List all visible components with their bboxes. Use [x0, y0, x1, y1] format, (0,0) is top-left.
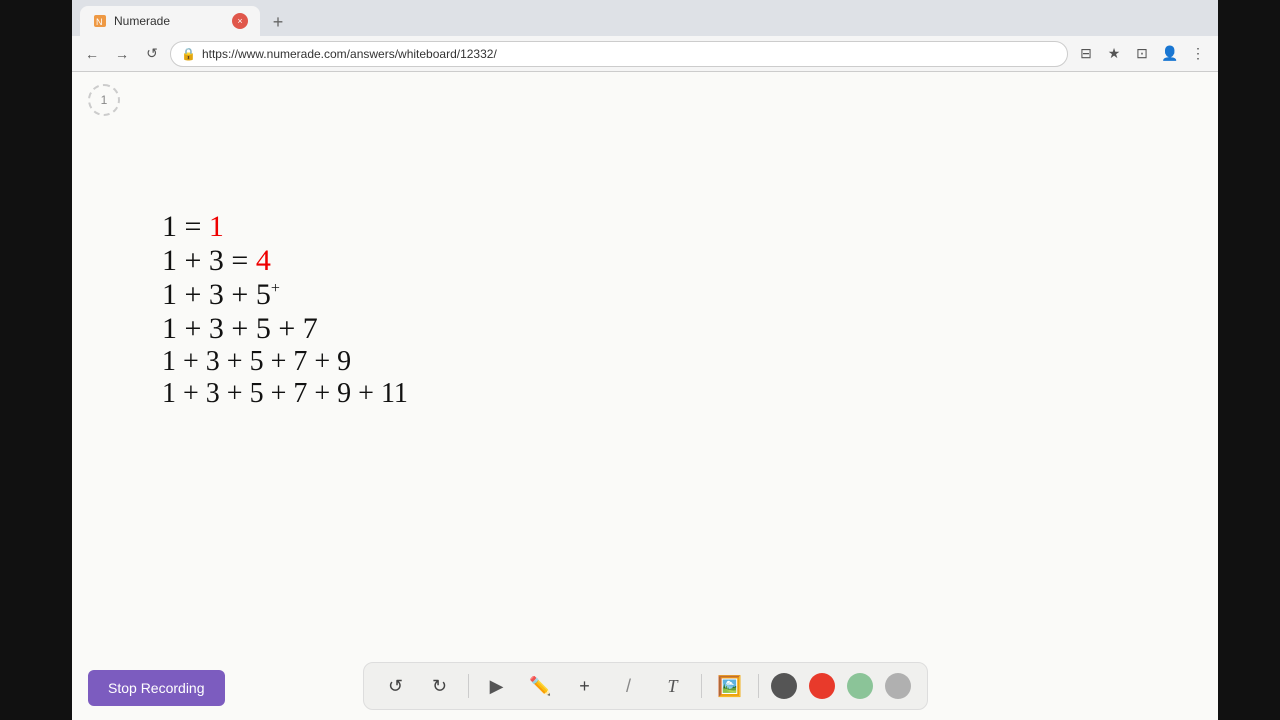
tab-title: Numerade: [114, 14, 226, 28]
reload-button[interactable]: ↺: [140, 42, 164, 66]
back-button[interactable]: ←: [80, 42, 104, 66]
math-line-2: 1 + 3 = 4: [162, 246, 408, 276]
math-line-6: 1 + 3 + 5 + 7 + 9 + 11: [162, 380, 408, 408]
bookmark-icon[interactable]: ★: [1102, 42, 1126, 66]
text-tool-button[interactable]: T: [657, 670, 689, 702]
forward-button[interactable]: →: [110, 42, 134, 66]
nav-bar: ← → ↺ 🔒 https://www.numerade.com/answers…: [72, 36, 1218, 72]
menu-icon[interactable]: ⋮: [1186, 42, 1210, 66]
select-tool-button[interactable]: ▶: [481, 670, 513, 702]
math-content: 1 = 1 1 + 3 = 4 1 + 3 + 5+ 1 + 3 + 5 + 7…: [162, 212, 408, 412]
tab-close-button[interactable]: ×: [232, 13, 248, 29]
color-gray-button[interactable]: [885, 673, 911, 699]
redo-button[interactable]: ↻: [424, 670, 456, 702]
side-bar-left: [0, 0, 72, 720]
side-bar-right: [1218, 0, 1280, 720]
color-dark-button[interactable]: [771, 673, 797, 699]
math-line-3: 1 + 3 + 5+: [162, 280, 408, 310]
stop-recording-button[interactable]: Stop Recording: [88, 670, 225, 706]
math-line-1: 1 = 1: [162, 212, 408, 242]
browser-window: N Numerade × + ← → ↺ 🔒 https://www.numer…: [72, 0, 1218, 720]
tab-favicon: N: [92, 13, 108, 29]
math-line-5: 1 + 3 + 5 + 7 + 9: [162, 348, 408, 376]
color-green-button[interactable]: [847, 673, 873, 699]
image-tool-button[interactable]: 🖼️: [714, 670, 746, 702]
nav-icons-right: ⊟ ★ ⊡ 👤 ⋮: [1074, 42, 1210, 66]
address-text: https://www.numerade.com/answers/whitebo…: [202, 47, 497, 61]
divider-1: [468, 674, 469, 698]
tab-bar: N Numerade × +: [72, 0, 1218, 36]
math-line-4: 1 + 3 + 5 + 7: [162, 314, 408, 344]
whiteboard-area[interactable]: 1 1 = 1 1 + 3 = 4 1 + 3 + 5+ 1 + 3 + 5 +…: [72, 72, 1218, 720]
new-tab-button[interactable]: +: [264, 8, 292, 36]
svg-text:N: N: [96, 17, 103, 27]
add-button[interactable]: +: [569, 670, 601, 702]
bottom-bar: Stop Recording ↺ ↻ ▶ ✏️ + / T: [72, 660, 1218, 720]
color-red-button[interactable]: [809, 673, 835, 699]
undo-button[interactable]: ↺: [380, 670, 412, 702]
address-bar[interactable]: 🔒 https://www.numerade.com/answers/white…: [170, 41, 1068, 67]
page-indicator: 1: [88, 84, 120, 116]
profile-icon[interactable]: 👤: [1158, 42, 1182, 66]
pen-tool-button[interactable]: ✏️: [525, 670, 557, 702]
cast-icon[interactable]: ⊟: [1074, 42, 1098, 66]
eraser-tool-button[interactable]: /: [613, 670, 645, 702]
display-icon[interactable]: ⊡: [1130, 42, 1154, 66]
divider-3: [758, 674, 759, 698]
divider-2: [701, 674, 702, 698]
whiteboard-toolbar: ↺ ↻ ▶ ✏️ + / T 🖼️: [363, 662, 928, 710]
active-tab[interactable]: N Numerade ×: [80, 6, 260, 36]
